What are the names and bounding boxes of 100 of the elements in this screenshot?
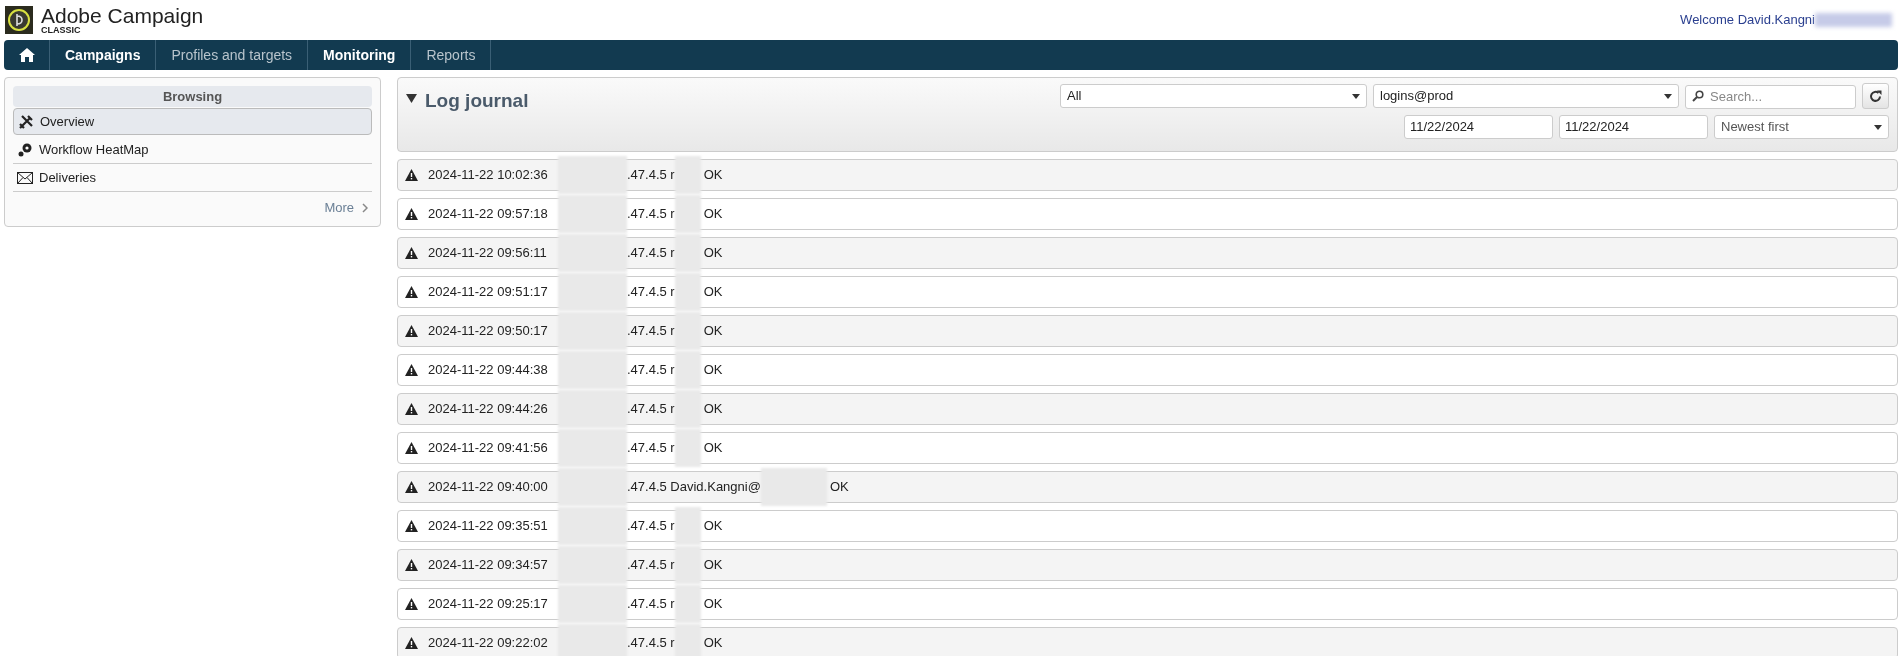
chevron-right-icon <box>362 203 368 214</box>
refresh-button[interactable] <box>1862 83 1889 109</box>
redaction-mark <box>674 351 701 389</box>
redaction-mark <box>558 624 627 656</box>
log-source: .47.4.5 r <box>627 634 675 653</box>
nav-tab[interactable]: Monitoring <box>308 40 412 70</box>
log-row[interactable]: 2024-11-22 09:44:26 .47.4.5 r OK <box>397 393 1898 425</box>
sort-dropdown[interactable]: Newest first <box>1714 115 1889 139</box>
log-status: OK <box>703 322 723 341</box>
log-time: 2024-11-22 09:51:17 <box>428 283 549 302</box>
journal-title: Log journal <box>425 89 529 113</box>
warning-icon <box>405 286 418 298</box>
log-row[interactable]: 2024-11-22 09:40:00 .47.4.5 David.Kangni@ OK <box>397 471 1898 503</box>
nav-tab[interactable]: Reports <box>411 40 492 70</box>
log-row[interactable]: 2024-11-22 09:51:17 .47.4.5 r OK <box>397 276 1898 308</box>
log-source: .47.4.5 David.Kangni@ <box>627 478 761 497</box>
search-field[interactable]: Search... <box>1685 84 1856 109</box>
refresh-icon <box>1869 89 1882 103</box>
sidebar-item[interactable]: Workflow HeatMap <box>13 136 372 164</box>
warning-icon <box>405 169 418 181</box>
log-time: 2024-11-22 09:22:02 <box>428 634 549 653</box>
log-status: OK <box>703 634 723 653</box>
collapse-triangle-icon[interactable] <box>406 94 417 103</box>
search-icon <box>1692 90 1704 102</box>
log-source: .47.4.5 r <box>627 166 675 185</box>
redaction-mark <box>674 312 701 350</box>
log-source: .47.4.5 r <box>627 439 675 458</box>
redaction-mark <box>558 351 627 389</box>
log-time: 2024-11-22 10:02:36 <box>428 166 549 185</box>
tools-icon <box>18 113 34 130</box>
redaction-mark <box>674 195 701 233</box>
redaction-mark <box>558 390 627 428</box>
filter-dropdown[interactable]: All <box>1060 84 1367 108</box>
log-row[interactable]: 2024-11-22 09:34:57 .47.4.5 r OK <box>397 549 1898 581</box>
log-row[interactable]: 2024-11-22 09:41:56 .47.4.5 r OK <box>397 432 1898 464</box>
warning-icon <box>405 208 418 220</box>
redaction-mark <box>674 546 701 584</box>
redaction-mark <box>558 585 627 623</box>
envelope-icon <box>17 172 33 185</box>
app-logo <box>5 6 33 34</box>
account-dropdown[interactable]: logins@prod <box>1373 84 1679 108</box>
log-row[interactable]: 2024-11-22 09:35:51 .47.4.5 r OK <box>397 510 1898 542</box>
nav-tab[interactable]: Profiles and targets <box>156 40 309 70</box>
redaction-mark <box>674 156 701 194</box>
warning-icon <box>405 637 418 649</box>
redaction-mark <box>558 546 627 584</box>
log-row[interactable]: 2024-11-22 09:22:02 .47.4.5 r OK <box>397 627 1898 656</box>
redaction-mark <box>674 624 701 656</box>
redaction-mark <box>674 585 701 623</box>
log-status: OK <box>703 283 723 302</box>
sidebar-item[interactable]: Overview <box>13 107 372 136</box>
date-field[interactable]: 11/22/2024 <box>1404 115 1553 139</box>
log-status: OK <box>703 205 723 224</box>
log-status: OK <box>829 478 849 497</box>
log-time: 2024-11-22 09:50:17 <box>428 322 549 341</box>
app-edition: CLASSIC <box>41 26 82 35</box>
redaction-mark <box>674 234 701 272</box>
log-source: .47.4.5 r <box>627 283 675 302</box>
warning-icon <box>405 559 418 571</box>
redaction-mark <box>558 195 627 233</box>
nav-tab[interactable]: Campaigns <box>50 40 157 70</box>
log-source: .47.4.5 r <box>627 517 675 536</box>
panel-header: Browsing <box>13 86 372 107</box>
warning-icon <box>405 481 418 493</box>
log-row[interactable]: 2024-11-22 10:02:36 .47.4.5 r OK <box>397 159 1898 191</box>
log-source: .47.4.5 r <box>627 205 675 224</box>
log-row[interactable]: 2024-11-22 09:50:17 .47.4.5 r OK <box>397 315 1898 347</box>
log-time: 2024-11-22 09:35:51 <box>428 517 549 536</box>
log-source: .47.4.5 r <box>627 400 675 419</box>
sidebar-item[interactable]: Deliveries <box>13 164 372 193</box>
caret-icon <box>1664 93 1672 99</box>
log-row[interactable]: 2024-11-22 09:25:17 .47.4.5 r OK <box>397 588 1898 620</box>
caret-icon <box>1874 124 1882 130</box>
log-source: .47.4.5 r <box>627 322 675 341</box>
log-status: OK <box>703 595 723 614</box>
redaction-mark <box>558 429 627 467</box>
redaction-mark <box>558 156 627 194</box>
log-time: 2024-11-22 09:57:18 <box>428 205 549 224</box>
log-time: 2024-11-22 09:40:00 <box>428 478 549 497</box>
warning-icon <box>405 325 418 337</box>
log-status: OK <box>703 166 723 185</box>
log-status: OK <box>703 439 723 458</box>
warning-icon <box>405 598 418 610</box>
redaction-mark <box>674 390 701 428</box>
more-link[interactable]: More <box>324 198 354 218</box>
log-status: OK <box>703 244 723 263</box>
redaction-mark <box>558 507 627 545</box>
log-source: .47.4.5 r <box>627 361 675 380</box>
log-time: 2024-11-22 09:56:11 <box>428 244 548 263</box>
log-time: 2024-11-22 09:34:57 <box>428 556 549 575</box>
log-time: 2024-11-22 09:44:38 <box>428 361 549 380</box>
log-row[interactable]: 2024-11-22 09:44:38 .47.4.5 r OK <box>397 354 1898 386</box>
log-source: .47.4.5 r <box>627 244 675 263</box>
date-field[interactable]: 11/22/2024 <box>1559 115 1708 139</box>
home-icon <box>18 48 35 62</box>
log-row[interactable]: 2024-11-22 09:56:11 .47.4.5 r OK <box>397 237 1898 269</box>
log-row[interactable]: 2024-11-22 09:57:18 .47.4.5 r OK <box>397 198 1898 230</box>
warning-icon <box>405 442 418 454</box>
log-source: .47.4.5 r <box>627 595 675 614</box>
app-title: Adobe Campaign <box>41 5 204 26</box>
